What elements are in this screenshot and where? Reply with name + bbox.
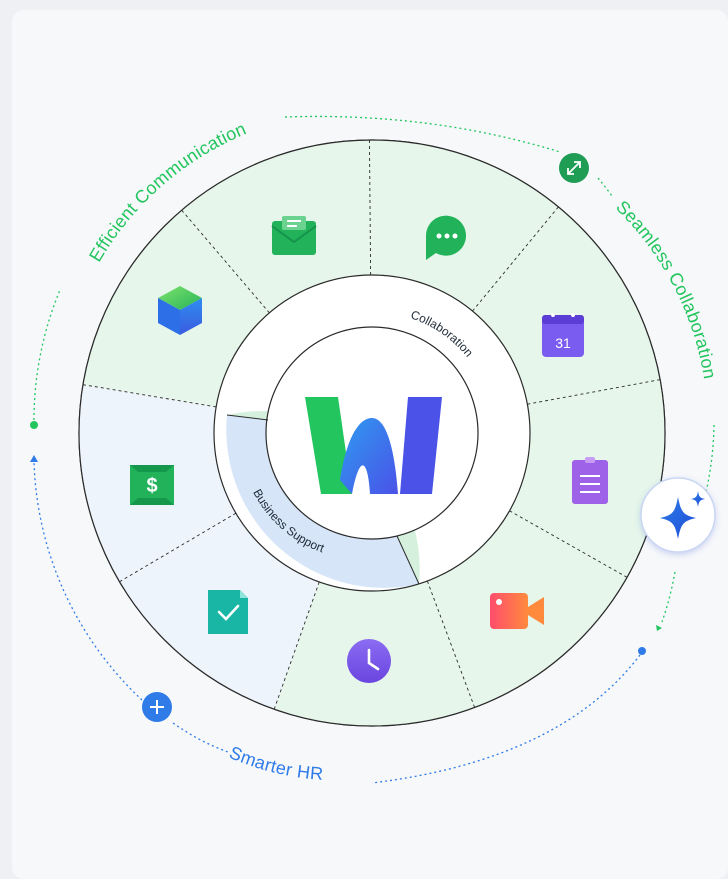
dollar-symbol: $ [146, 475, 157, 497]
orbit-arrow-up [30, 455, 38, 462]
clock-icon[interactable] [347, 639, 391, 683]
arc-label-smarter-hr: Smarter HR [227, 742, 325, 784]
calendar-icon[interactable]: 31 [542, 313, 584, 357]
ai-sparkle-badge[interactable] [640, 477, 716, 553]
wheel: Collaboration Business Support [78, 139, 666, 727]
expand-badge [559, 153, 589, 183]
orbit-arrow-down [656, 625, 662, 631]
orbit-dot-blue [638, 647, 646, 655]
product-wheel-diagram: Efficient Communication Seamless Collabo… [30, 115, 720, 784]
notes-icon[interactable] [572, 457, 608, 504]
orbit-dot-green [30, 421, 38, 429]
mail-icon[interactable] [271, 216, 317, 255]
plus-badge [142, 692, 172, 722]
calendar-day-number: 31 [555, 335, 571, 351]
payroll-icon[interactable]: $ [130, 465, 174, 505]
approval-icon[interactable] [208, 590, 248, 634]
